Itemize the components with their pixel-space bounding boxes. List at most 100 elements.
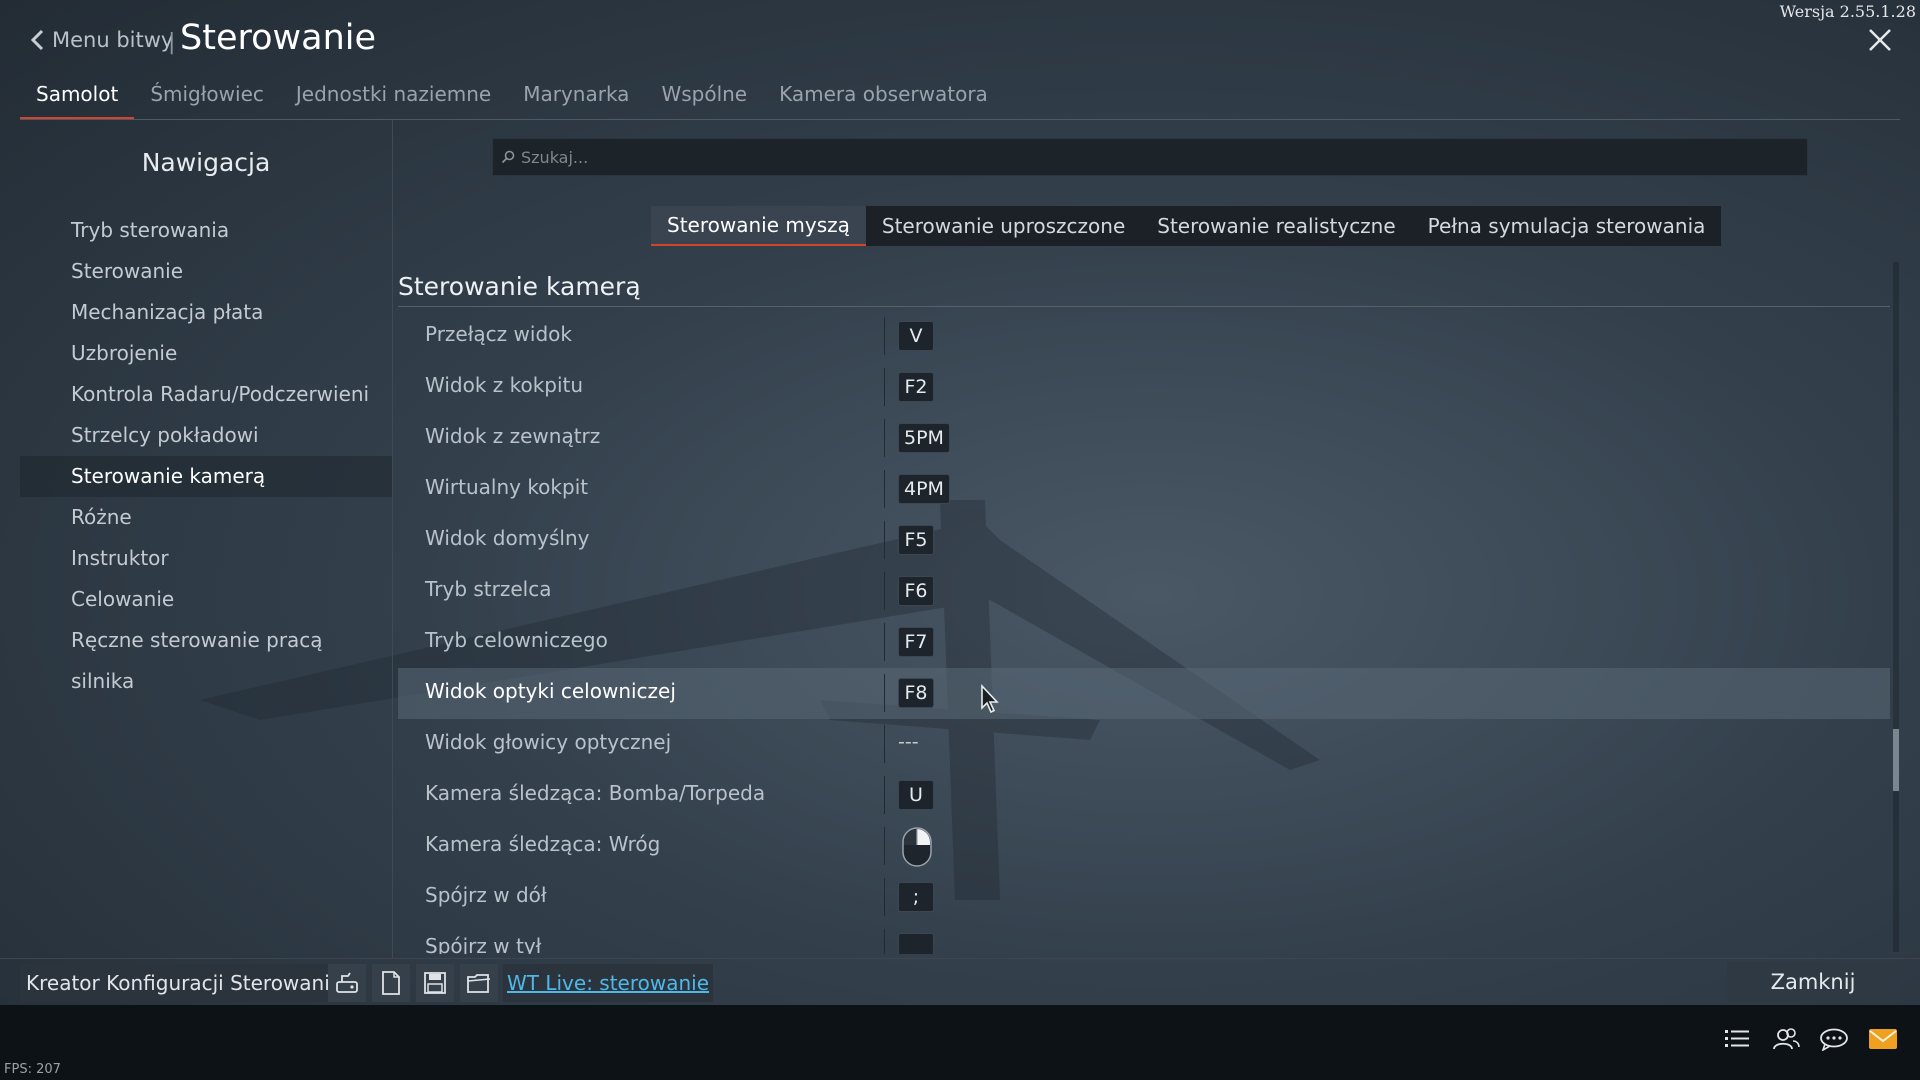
controller-preset-button[interactable] — [328, 964, 366, 1002]
controller-icon — [336, 972, 358, 993]
tab-jednostki-naziemne[interactable]: Jednostki naziemne — [280, 76, 507, 120]
tab-wspolne[interactable]: Wspólne — [645, 76, 763, 120]
save-preset-button[interactable] — [416, 964, 454, 1002]
new-preset-button[interactable] — [372, 964, 410, 1002]
row-divider — [884, 725, 885, 763]
nav-item-rozne[interactable]: Różne — [20, 497, 392, 538]
mouse-left-button-icon[interactable] — [901, 826, 933, 868]
list-button[interactable] — [1720, 1022, 1754, 1056]
footer-bar — [0, 1005, 1920, 1080]
setup-wizard-button[interactable]: Kreator Konfiguracji Sterowania — [20, 964, 349, 1002]
search-icon — [501, 150, 515, 164]
binding-row[interactable]: Przełącz widok V — [398, 311, 1890, 362]
nav-item-uzbrojenie[interactable]: Uzbrojenie — [20, 333, 392, 374]
version-label: Wersja 2.55.1.28 — [1779, 2, 1916, 21]
row-divider — [884, 317, 885, 355]
nav-item-sterowanie-kamera[interactable]: Sterowanie kamerą — [20, 456, 392, 497]
binding-row[interactable]: Spójrz w dół ; — [398, 872, 1890, 923]
row-divider — [884, 623, 885, 661]
nav-item-strzelcy-pokladowi[interactable]: Strzelcy pokładowi — [20, 415, 392, 456]
binding-row[interactable]: Kamera śledząca: Wróg — [398, 821, 1890, 872]
tab-smiglowiec[interactable]: Śmigłowiec — [134, 76, 280, 120]
vehicle-tabs: Samolot Śmigłowiec Jednostki naziemne Ma… — [20, 76, 1004, 120]
nav-item-reczne-sterowanie-silnika[interactable]: Ręczne sterowanie pracą silnika — [20, 620, 392, 693]
search-input[interactable] — [519, 146, 1723, 168]
back-label: Menu bitwy — [52, 28, 174, 52]
fps-counter: FPS: 207 — [4, 1062, 61, 1077]
close-icon[interactable] — [1866, 26, 1894, 54]
binding-label: Kamera śledząca: Bomba/Torpeda — [425, 781, 766, 805]
mail-button[interactable] — [1866, 1022, 1900, 1056]
mail-icon — [1869, 1029, 1897, 1049]
new-file-icon — [382, 971, 400, 995]
nav-item-tryb-sterowania[interactable]: Tryb sterowania — [20, 210, 392, 251]
mode-tab-full-simulation[interactable]: Pełna symulacja sterowania — [1412, 206, 1722, 246]
binding-row[interactable]: Widok z zewnątrz 5PM — [398, 413, 1890, 464]
key-badge[interactable]: F6 — [898, 576, 934, 606]
key-badge[interactable]: F5 — [898, 525, 934, 555]
back-button[interactable]: Menu bitwy — [30, 28, 173, 52]
mode-tab-mouse[interactable]: Sterowanie myszą — [651, 206, 866, 246]
nav-item-kontrola-radaru[interactable]: Kontrola Radaru/Podczerwieni — [20, 374, 392, 415]
binding-label: Widok optyki celowniczej — [425, 679, 676, 703]
section-header: Sterowanie kamerą — [398, 272, 1890, 307]
key-badge[interactable]: V — [898, 321, 934, 351]
binding-label: Kamera śledząca: Wróg — [425, 832, 661, 856]
binding-row[interactable]: Widok z kokpitu F2 — [398, 362, 1890, 413]
row-divider — [884, 776, 885, 814]
row-divider — [884, 419, 885, 457]
scrollbar-track[interactable] — [1893, 262, 1899, 952]
nav-item-mechanizacja-plata[interactable]: Mechanizacja płata — [20, 292, 392, 333]
save-icon — [424, 972, 446, 994]
friends-button[interactable] — [1769, 1022, 1803, 1056]
binding-row[interactable]: Tryb strzelca F6 — [398, 566, 1890, 617]
binding-label: Spójrz w dół — [425, 883, 547, 907]
mouse-cursor-icon — [981, 684, 999, 714]
tab-marynarka[interactable]: Marynarka — [507, 76, 645, 120]
key-badge[interactable]: ; — [898, 882, 934, 912]
search-bar[interactable] — [492, 138, 1808, 176]
scrollbar-thumb[interactable] — [1893, 729, 1899, 791]
key-badge[interactable]: 5PM — [898, 423, 950, 453]
binding-label: Widok z kokpitu — [425, 373, 584, 397]
wt-live-link[interactable]: WT Live: sterowanie — [503, 964, 714, 1002]
binding-label: Tryb strzelca — [425, 577, 552, 601]
binding-row[interactable]: Widok domyślny F5 — [398, 515, 1890, 566]
chat-button[interactable] — [1817, 1022, 1851, 1056]
close-button[interactable]: Zamknij — [1727, 962, 1899, 1002]
section-title: Sterowanie kamerą — [398, 272, 641, 301]
binding-row[interactable]: Widok głowicy optycznej --- — [398, 719, 1890, 770]
binding-label: Spójrz w tył — [425, 934, 542, 954]
nav-item-instruktor[interactable]: Instruktor — [20, 538, 392, 579]
binding-row[interactable]: Wirtualny kokpit 4PM — [398, 464, 1890, 515]
binding-label: Przełącz widok — [425, 322, 572, 346]
navigation-panel: Nawigacja Tryb sterowania Sterowanie Mec… — [20, 120, 393, 958]
unbound-indicator[interactable]: --- — [898, 731, 919, 753]
open-preset-button[interactable] — [460, 964, 498, 1002]
binding-label: Wirtualny kokpit — [425, 475, 589, 499]
row-divider — [884, 674, 885, 712]
row-divider — [884, 521, 885, 559]
key-badge[interactable]: F7 — [898, 627, 934, 657]
mode-tab-realistic[interactable]: Sterowanie realistyczne — [1141, 206, 1411, 246]
nav-item-sterowanie[interactable]: Sterowanie — [20, 251, 392, 292]
page-title: Sterowanie — [180, 18, 377, 58]
tab-kamera-obserwatora[interactable]: Kamera obserwatora — [763, 76, 1004, 120]
binding-label: Widok domyślny — [425, 526, 590, 550]
binding-row[interactable]: Kamera śledząca: Bomba/Torpeda U — [398, 770, 1890, 821]
tab-samolot[interactable]: Samolot — [20, 76, 135, 120]
key-badge[interactable]: 4PM — [898, 474, 950, 504]
binding-row-highlighted[interactable]: Widok optyki celowniczej F8 — [398, 668, 1890, 719]
row-divider — [884, 878, 885, 916]
key-badge[interactable] — [898, 933, 934, 954]
row-divider — [884, 929, 885, 954]
chat-icon — [1820, 1028, 1848, 1051]
binding-row[interactable]: Spójrz w tył — [398, 923, 1890, 954]
key-badge[interactable]: F8 — [898, 678, 934, 708]
mode-tab-simplified[interactable]: Sterowanie uproszczone — [866, 206, 1141, 246]
nav-item-celowanie[interactable]: Celowanie — [20, 579, 392, 620]
control-mode-tabs: Sterowanie myszą Sterowanie uproszczone … — [651, 206, 1722, 246]
key-badge[interactable]: F2 — [898, 372, 934, 402]
binding-row[interactable]: Tryb celowniczego F7 — [398, 617, 1890, 668]
key-badge[interactable]: U — [898, 780, 934, 810]
